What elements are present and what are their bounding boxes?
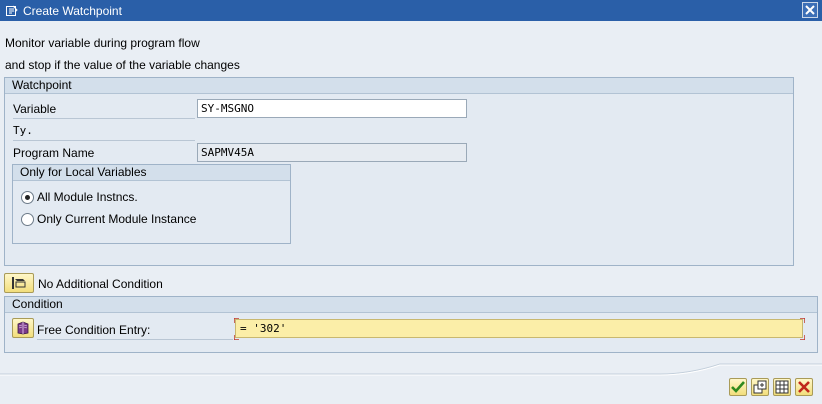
new-watchpoint-button[interactable]: [751, 378, 769, 396]
title-bar: Create Watchpoint: [0, 0, 822, 21]
field-corner-marker: [800, 335, 805, 340]
free-condition-field[interactable]: = '302': [235, 319, 803, 338]
cancel-button[interactable]: [795, 378, 813, 396]
condition-help-button[interactable]: [12, 318, 34, 338]
check-icon: [731, 381, 745, 393]
program-name-field[interactable]: SAPMV45A: [197, 143, 467, 162]
free-condition-label: Free Condition Entry:: [37, 323, 151, 337]
close-button[interactable]: [802, 2, 818, 18]
variable-label: Variable: [13, 102, 57, 116]
radio-button[interactable]: [21, 212, 34, 226]
field-corner-marker: [234, 335, 239, 340]
continue-button[interactable]: [729, 378, 747, 396]
local-variables-group: Only for Local Variables All Module Inst…: [12, 164, 291, 244]
variable-label-underline: [13, 118, 195, 119]
window-title: Create Watchpoint: [23, 3, 122, 18]
watchpoint-group: Watchpoint Variable SY-MSGNO Ty. Program…: [4, 77, 794, 266]
program-name-label: Program Name: [13, 146, 95, 160]
no-additional-condition-label: No Additional Condition: [38, 277, 163, 291]
radio-label: All Module Instncs.: [37, 190, 138, 204]
condition-toggle-icon: [12, 277, 26, 289]
window-icon: [6, 5, 18, 17]
type-label: Ty.: [13, 124, 33, 137]
cancel-icon: [798, 381, 810, 393]
condition-group-title: Condition: [5, 297, 817, 313]
book-icon: [17, 321, 29, 335]
description-line-2: and stop if the value of the variable ch…: [5, 58, 240, 72]
free-condition-underline: [37, 339, 233, 340]
radio-button-selected[interactable]: [21, 190, 34, 204]
watchpoint-group-title: Watchpoint: [5, 78, 793, 94]
dialog-body: Monitor variable during program flow and…: [0, 21, 822, 404]
field-corner-marker: [234, 318, 239, 323]
type-label-underline: [13, 140, 195, 141]
radio-label: Only Current Module Instance: [37, 212, 197, 226]
toggle-condition-button[interactable]: [4, 273, 34, 293]
description-line-1: Monitor variable during program flow: [5, 36, 200, 50]
variable-field[interactable]: SY-MSGNO: [197, 99, 467, 118]
condition-group: Condition Free Condition Entry: = '302': [4, 296, 818, 353]
new-icon: [753, 380, 767, 394]
table-button[interactable]: [773, 378, 791, 396]
radio-all-module-instances[interactable]: All Module Instncs.: [21, 190, 138, 204]
close-icon: [805, 5, 815, 15]
local-variables-group-title: Only for Local Variables: [13, 165, 290, 181]
grid-icon: [775, 380, 789, 394]
radio-current-module-instance[interactable]: Only Current Module Instance: [21, 212, 196, 226]
field-corner-marker: [800, 318, 805, 323]
footer-divider: [0, 363, 822, 376]
